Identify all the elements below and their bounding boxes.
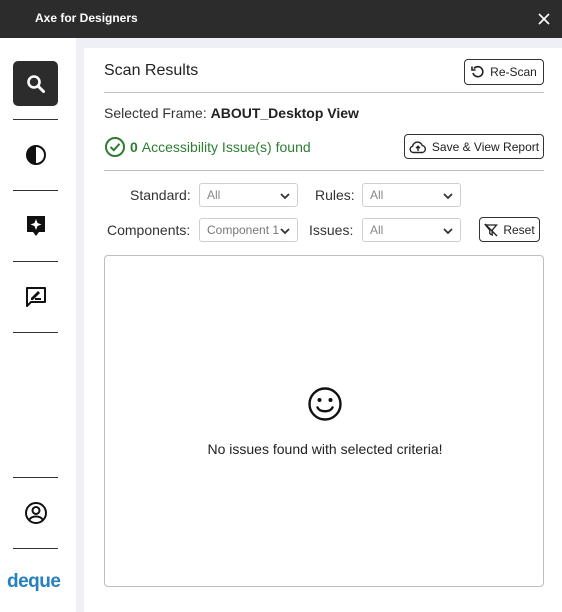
chevron-down-icon: [443, 193, 453, 200]
selected-frame-name: ABOUT_Desktop View: [210, 105, 359, 121]
sidebar-item-contrast[interactable]: [13, 132, 58, 177]
sidebar-divider: [13, 261, 58, 262]
check-circle-icon: [105, 137, 125, 157]
reset-label: Reset: [503, 222, 535, 237]
contrast-icon: [25, 144, 46, 165]
sparkle-note-icon: [26, 215, 45, 236]
sidebar-divider: [13, 190, 58, 191]
standard-select-value: All: [207, 188, 221, 202]
rescan-label: Re-Scan: [490, 65, 537, 79]
app-title: Axe for Designers: [35, 11, 138, 25]
chevron-down-icon: [443, 228, 453, 235]
sidebar-divider: [13, 119, 58, 120]
components-select-value: Component 1: [207, 223, 280, 237]
chevron-down-icon: [279, 225, 291, 237]
save-view-report-button[interactable]: Save & View Report: [404, 134, 544, 159]
standard-label: Standard:: [130, 187, 191, 203]
refresh-icon: [471, 65, 484, 78]
user-circle-icon: [24, 501, 47, 524]
close-button[interactable]: [534, 9, 554, 29]
rescan-button[interactable]: Re-Scan: [464, 59, 544, 85]
filter-off-icon: [484, 223, 499, 236]
issues-summary: 0 Accessibility Issue(s) found: [104, 136, 311, 158]
divider: [104, 92, 544, 93]
issue-count: 0: [130, 139, 138, 155]
smiley-icon: [308, 387, 342, 421]
results-panel: No issues found with selected criteria!: [104, 255, 544, 587]
deque-logo-mark: deque: [7, 571, 61, 592]
chevron-down-icon: [280, 193, 290, 200]
deque-logo[interactable]: deque: [6, 567, 70, 597]
selected-frame-label: Selected Frame:: [104, 105, 207, 121]
standard-select[interactable]: All: [199, 183, 298, 207]
divider: [104, 170, 544, 171]
rules-label: Rules:: [315, 187, 355, 203]
rules-select-value: All: [370, 188, 384, 202]
empty-state-message: No issues found with selected criteria!: [207, 441, 443, 457]
issues-label: Issues:: [309, 222, 354, 238]
title-bar: Axe for Designers: [0, 0, 562, 38]
issues-select[interactable]: All: [362, 218, 461, 242]
sidebar-divider: [13, 477, 58, 478]
page-title: Scan Results: [104, 62, 199, 79]
reset-button[interactable]: Reset: [479, 217, 540, 242]
cloud-upload-icon: [409, 140, 426, 153]
issue-count-text: Accessibility Issue(s) found: [141, 139, 311, 155]
rules-select[interactable]: All: [362, 183, 461, 207]
sidebar-divider: [13, 332, 58, 333]
components-label: Components:: [107, 222, 191, 238]
components-select[interactable]: Component 1: [199, 218, 298, 242]
close-icon: [538, 13, 550, 25]
selected-frame: Selected Frame: ABOUT_Desktop View: [104, 105, 359, 121]
sidebar-item-feedback[interactable]: [13, 274, 58, 319]
issues-select-value: All: [370, 223, 384, 237]
save-view-report-label: Save & View Report: [431, 139, 540, 154]
sidebar-item-scan[interactable]: [13, 61, 58, 106]
sidebar-item-annotate[interactable]: [13, 203, 58, 248]
sidebar-item-account[interactable]: [13, 490, 58, 535]
search-icon: [26, 74, 45, 93]
svg-text:deque: deque: [7, 571, 60, 592]
chat-edit-icon: [25, 286, 46, 307]
sidebar-divider: [13, 548, 58, 549]
